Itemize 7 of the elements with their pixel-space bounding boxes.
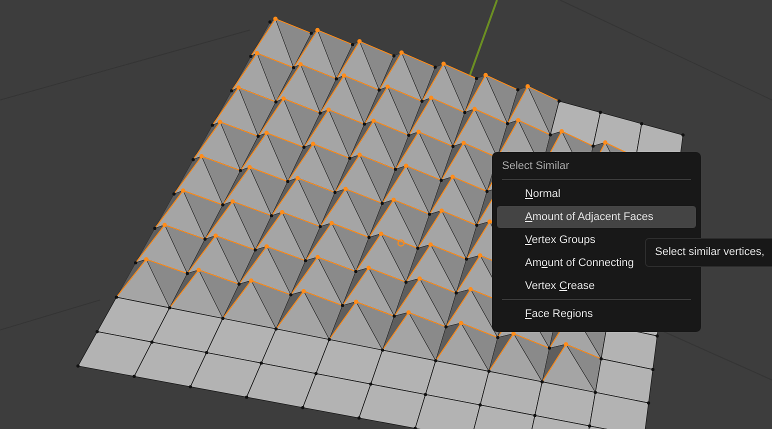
origin-point-icon — [397, 239, 405, 247]
menu-item[interactable]: Normal — [497, 183, 696, 205]
menu-item[interactable]: Face Regions — [497, 303, 696, 325]
menu-item[interactable]: Amount of Adjacent Faces — [497, 206, 696, 228]
menu-title: Select Similar — [501, 159, 570, 174]
menu-item[interactable]: Vertex Crease — [497, 275, 696, 297]
tooltip: Select similar vertices, — [645, 238, 772, 267]
